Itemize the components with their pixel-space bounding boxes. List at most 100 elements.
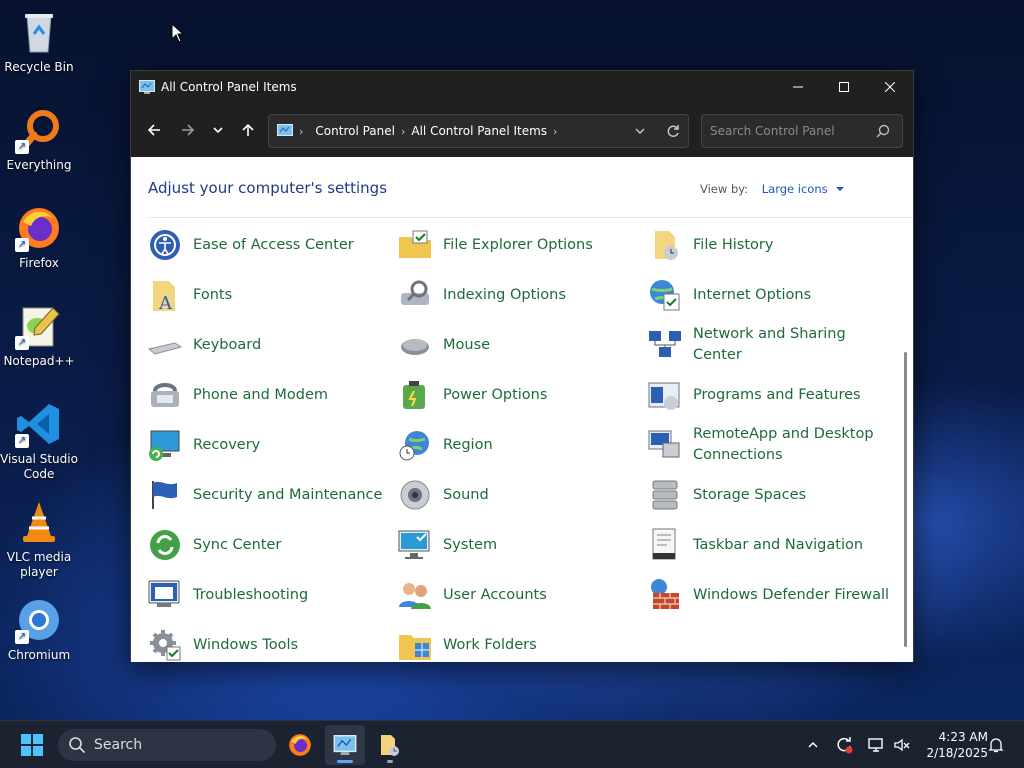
control-panel-item-label[interactable]: Work Folders [443, 635, 537, 656]
control-panel-item-label[interactable]: Mouse [443, 335, 490, 356]
bell-icon [988, 738, 1004, 753]
control-panel-item[interactable]: Storage Spaces [647, 470, 892, 520]
control-panel-item[interactable]: System [397, 520, 642, 570]
breadcrumb-all-items[interactable]: All Control Panel Items [411, 124, 547, 138]
control-panel-item-label[interactable]: File Explorer Options [443, 235, 593, 256]
control-panel-item[interactable]: Phone and Modem [147, 370, 392, 420]
taskbar-firefox[interactable] [280, 725, 320, 765]
start-button[interactable] [12, 725, 52, 765]
desktop-icon-vscode[interactable]: ↗ Visual Studio Code [0, 400, 78, 482]
up-button[interactable] [233, 115, 263, 145]
back-button[interactable] [139, 115, 169, 145]
maximize-button[interactable] [821, 71, 867, 103]
minimize-button[interactable] [775, 71, 821, 103]
search-icon[interactable] [876, 124, 890, 138]
desktop-icon-firefox[interactable]: ↗ Firefox [0, 204, 78, 271]
address-dropdown-icon[interactable] [634, 125, 646, 137]
control-panel-item[interactable]: Indexing Options [397, 270, 642, 320]
forward-button[interactable] [173, 115, 203, 145]
breadcrumb-control-panel[interactable]: Control Panel [315, 124, 395, 138]
network-sharing-icon [647, 327, 683, 363]
breadcrumb-separator-icon[interactable]: › [553, 125, 557, 138]
control-panel-item[interactable]: Region [397, 420, 642, 470]
control-panel-item[interactable]: Sound [397, 470, 642, 520]
control-panel-item[interactable]: Internet Options [647, 270, 892, 320]
desktop-icon-recycle-bin[interactable]: Recycle Bin [0, 8, 78, 75]
internet-options-icon [647, 277, 683, 313]
control-panel-item-label[interactable]: User Accounts [443, 585, 547, 606]
control-panel-item-label[interactable]: Security and Maintenance [193, 485, 382, 506]
control-panel-item[interactable]: Keyboard [147, 320, 392, 370]
control-panel-item[interactable]: RemoteApp and Desktop Connections [647, 420, 892, 470]
control-panel-item[interactable]: Recovery [147, 420, 392, 470]
control-panel-item[interactable]: Work Folders [397, 620, 642, 670]
address-bar[interactable]: › Control Panel › All Control Panel Item… [268, 114, 689, 148]
control-panel-item-label[interactable]: Phone and Modem [193, 385, 328, 406]
control-panel-item-label[interactable]: Windows Defender Firewall [693, 585, 889, 606]
refresh-icon[interactable] [666, 124, 680, 138]
fonts-icon: A [147, 277, 183, 314]
search-input[interactable] [710, 124, 870, 138]
show-hidden-icons-button[interactable] [800, 725, 826, 765]
control-panel-item[interactable]: Windows Tools [147, 620, 392, 670]
control-panel-item[interactable]: Mouse [397, 320, 642, 370]
control-panel-item-label[interactable]: Network and Sharing Center [693, 324, 892, 366]
firewall-icon [647, 577, 683, 613]
title-bar[interactable]: All Control Panel Items [131, 71, 913, 103]
control-panel-item[interactable]: Ease of Access Center [147, 220, 392, 270]
taskbar-control-panel[interactable] [325, 725, 365, 765]
desktop-icon-notepadpp[interactable]: ↗ Notepad++ [0, 302, 78, 369]
control-panel-item-label[interactable]: Windows Tools [193, 635, 298, 656]
desktop-icon-everything[interactable]: ↗ Everything [0, 106, 78, 173]
control-panel-item[interactable]: Power Options [397, 370, 642, 420]
close-button[interactable] [867, 71, 913, 103]
control-panel-item-label[interactable]: Sound [443, 485, 489, 506]
taskbar-search-box[interactable]: Search [58, 729, 276, 761]
network-button[interactable] [862, 725, 890, 765]
taskbar-clock[interactable]: 4:23 AM 2/18/2025 [918, 729, 988, 761]
vertical-scrollbar[interactable] [904, 352, 907, 647]
keyboard-icon [147, 327, 183, 363]
control-panel-item[interactable]: Security and Maintenance [147, 470, 392, 520]
desktop-icon-chromium[interactable]: ↗ Chromium [0, 596, 78, 663]
control-panel-item-label[interactable]: Indexing Options [443, 285, 566, 306]
control-panel-item[interactable]: Taskbar and Navigation [647, 520, 892, 570]
control-panel-item[interactable]: File Explorer Options [397, 220, 642, 270]
control-panel-item-label[interactable]: Ease of Access Center [193, 235, 354, 256]
control-panel-item-label[interactable]: System [443, 535, 497, 556]
search-box[interactable] [701, 114, 903, 148]
recent-locations-button[interactable] [203, 115, 233, 145]
breadcrumb-separator-icon[interactable]: › [299, 125, 303, 138]
control-panel-item[interactable]: A Fonts [147, 270, 392, 320]
control-panel-item-label[interactable]: Taskbar and Navigation [693, 535, 863, 556]
notifications-button[interactable] [982, 725, 1010, 765]
control-panel-item-label[interactable]: RemoteApp and Desktop Connections [693, 424, 892, 466]
desktop-icon-vlc[interactable]: VLC media player [0, 498, 78, 580]
clock-time: 4:23 AM [938, 730, 988, 744]
control-panel-item[interactable]: Programs and Features [647, 370, 892, 420]
control-panel-item-label[interactable]: Storage Spaces [693, 485, 806, 506]
control-panel-item-label[interactable]: Fonts [193, 285, 232, 306]
control-panel-item[interactable]: Network and Sharing Center [647, 320, 892, 370]
control-panel-item[interactable]: Troubleshooting [147, 570, 392, 620]
update-status-button[interactable] [830, 725, 858, 765]
control-panel-item-label[interactable]: Power Options [443, 385, 547, 406]
taskbar-file-explorer[interactable] [370, 725, 410, 765]
control-panel-item[interactable]: Sync Center [147, 520, 392, 570]
control-panel-item-label[interactable]: Region [443, 435, 493, 456]
control-panel-item-label[interactable]: Troubleshooting [193, 585, 308, 606]
control-panel-item-label[interactable]: Internet Options [693, 285, 811, 306]
control-panel-item-label[interactable]: Programs and Features [693, 385, 861, 406]
control-panel-item-label[interactable]: Keyboard [193, 335, 261, 356]
control-panel-item-label[interactable]: File History [693, 235, 773, 256]
control-panel-item[interactable]: User Accounts [397, 570, 642, 620]
caret-down-icon[interactable] [835, 185, 845, 193]
breadcrumb-separator-icon[interactable]: › [401, 125, 405, 138]
control-panel-item-label[interactable]: Sync Center [193, 535, 281, 556]
control-panel-item[interactable]: Windows Defender Firewall [647, 570, 892, 620]
volume-button[interactable] [888, 725, 916, 765]
view-by-value[interactable]: Large icons [762, 182, 828, 196]
view-by-selector[interactable]: View by: Large icons [700, 182, 845, 196]
control-panel-item[interactable]: File History [647, 220, 892, 270]
control-panel-item-label[interactable]: Recovery [193, 435, 260, 456]
